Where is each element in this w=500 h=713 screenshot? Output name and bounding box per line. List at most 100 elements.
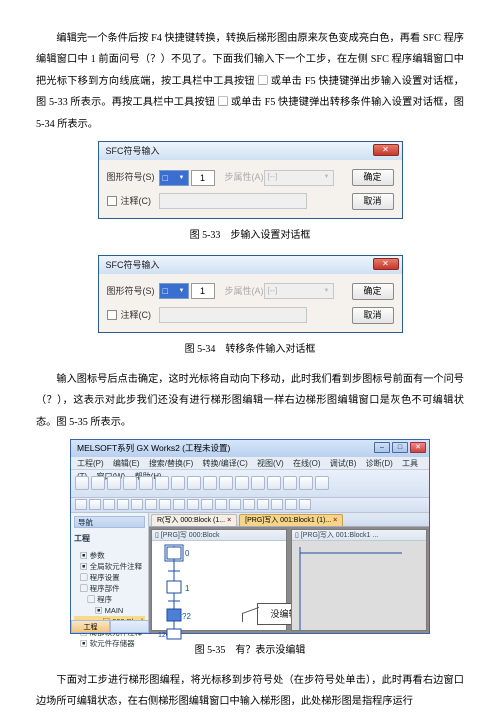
toolbar-button[interactable] <box>285 499 297 510</box>
dialog-transfer-input: SFC符号输入 ✕ 图形符号(S) □ 1 步属性(A) [--] 确定 注释(… <box>98 255 403 333</box>
menubar[interactable]: 工程(P) 编辑(E) 搜索/替换(F) 转换/编译(C) 视图(V) 在线(O… <box>71 457 429 470</box>
toolbar-button[interactable] <box>271 499 283 510</box>
figure-5-33: SFC符号输入 ✕ 图形符号(S) □ 1 步属性(A) [--] 确定 注释(… <box>36 141 464 219</box>
toolbar-button[interactable] <box>187 499 199 510</box>
cancel-button[interactable]: 取消 <box>352 193 394 210</box>
label-stepattr: 步属性(A) <box>225 282 264 301</box>
nav-panel: 导航 工程 ▣ 参数 ▣ 全局软元件注释 ▢ 程序设置 ▢ 程序部件 ▢ 程序 … <box>71 513 149 633</box>
close-icon[interactable]: ✕ <box>373 144 399 156</box>
toolbar-button[interactable] <box>299 476 313 490</box>
transfer-number-input[interactable]: 1 <box>191 283 215 299</box>
close-icon[interactable]: × <box>333 517 337 524</box>
step-number-input[interactable]: 1 <box>191 170 215 186</box>
tree-item[interactable]: ▣ MAIN <box>74 605 145 616</box>
caption-5-34: 图 5-34 转移条件输入对话框 <box>36 339 464 360</box>
dialog-title: SFC符号输入 <box>99 142 402 160</box>
toolbar-button[interactable] <box>215 499 227 510</box>
svg-text:1: 1 <box>185 584 190 593</box>
symbol-select[interactable]: □ <box>159 170 189 186</box>
toolbar-button[interactable] <box>315 476 329 490</box>
close-icon[interactable]: ✕ <box>373 258 399 270</box>
comment-checkbox[interactable] <box>107 196 117 206</box>
toolbar-button[interactable] <box>155 476 169 490</box>
pane-header: ▯ [PRG]写 000:Block <box>152 530 286 541</box>
tree-item[interactable]: ▢ 程序设置 <box>74 572 145 583</box>
menu-search[interactable]: 搜索/替换(F) <box>149 459 193 468</box>
toolbar-button[interactable] <box>145 499 157 510</box>
toolbar-button[interactable] <box>267 476 281 490</box>
toolbar-button[interactable] <box>139 476 153 490</box>
editor-area: R(写入 000:Block (1...× [PRG]写入 001:Block1… <box>149 513 429 633</box>
menu-debug[interactable]: 调试(B) <box>330 459 357 468</box>
minimize-icon[interactable]: – <box>374 442 390 453</box>
menu-view[interactable]: 视图(V) <box>257 459 284 468</box>
toolbar-button[interactable] <box>187 476 201 490</box>
toolbar-button[interactable] <box>75 476 89 490</box>
caption-5-33: 图 5-33 步输入设置对话框 <box>36 225 464 246</box>
editor-tab[interactable]: R(写入 000:Block (1...× <box>151 514 237 526</box>
toolbar-button[interactable] <box>107 476 121 490</box>
tree-item[interactable]: ▢ 程序部件 <box>74 583 145 594</box>
toolbar-button[interactable] <box>123 476 137 490</box>
stepattr-select: [--] <box>264 283 334 299</box>
ide-titlebar: MELSOFT系列 GX Works2 (工程未设置) – □ ✕ <box>71 440 429 457</box>
menu-project[interactable]: 工程(P) <box>77 459 104 468</box>
toolbar-button[interactable] <box>173 499 185 510</box>
maximize-icon[interactable]: □ <box>392 442 408 453</box>
cancel-button[interactable]: 取消 <box>352 307 394 324</box>
tree-item[interactable]: ▣ 软元件存储器 <box>74 638 145 649</box>
toolbar-button[interactable] <box>299 499 311 510</box>
toolbar-button[interactable] <box>131 499 143 510</box>
toolbar-button[interactable] <box>89 499 101 510</box>
sfc-diagram: 0 1 ?2 120 <box>152 541 287 651</box>
toolbar-button[interactable] <box>251 476 265 490</box>
toolbar-button[interactable] <box>103 499 115 510</box>
toolbar-button[interactable] <box>283 476 297 490</box>
paragraph-1: 编辑完一个条件后按 F4 快捷键转换，转换后梯形图由原来灰色变成亮白色，再看 S… <box>36 28 464 135</box>
label-symbol: 图形符号(S) <box>107 168 155 187</box>
toolbar-button[interactable] <box>257 499 269 510</box>
paragraph-3: 下面对工步进行梯形图编程，将光标移到步符号处（在步符号处单击），此时再看右边窗口… <box>36 670 464 713</box>
menu-compile[interactable]: 转换/编译(C) <box>202 459 247 468</box>
ladder-canvas-disabled <box>292 541 426 630</box>
toolbar-button[interactable] <box>203 476 217 490</box>
figure-5-35: MELSOFT系列 GX Works2 (工程未设置) – □ ✕ 工程(P) … <box>36 439 464 634</box>
ok-button[interactable]: 确定 <box>352 169 394 186</box>
tree-item[interactable]: ▣ 参数 <box>74 550 145 561</box>
ladder-pane: ▯ [PRG]写入 001:Block1 ... <box>291 529 427 631</box>
nav-tab-other[interactable] <box>110 620 149 633</box>
nav-header: 导航 <box>74 516 145 528</box>
toolbar-button[interactable] <box>159 499 171 510</box>
toolbar-sfc <box>71 498 429 513</box>
paragraph-2: 输入图标号后点击确定，这时光标将自动向下移动，此时我们看到步图标号前面有一个问号… <box>36 369 464 433</box>
label-comment: 注释(C) <box>121 306 152 325</box>
toolbar-button[interactable] <box>171 476 185 490</box>
label-comment: 注释(C) <box>121 192 152 211</box>
ok-button[interactable]: 确定 <box>352 283 394 300</box>
symbol-select[interactable]: □ <box>159 283 189 299</box>
toolbar-button[interactable] <box>243 499 255 510</box>
sfc-pane[interactable]: ▯ [PRG]写 000:Block 0 1 <box>151 529 287 631</box>
nav-tab-project[interactable]: 工程 <box>71 620 110 633</box>
toolbar-button[interactable] <box>219 476 233 490</box>
toolbar-button[interactable] <box>75 499 87 510</box>
tree-item[interactable]: ▣ 全局软元件注释 <box>74 561 145 572</box>
menu-diag[interactable]: 诊断(D) <box>366 459 393 468</box>
toolbar-button[interactable] <box>91 476 105 490</box>
label-symbol: 图形符号(S) <box>107 282 155 301</box>
toolbar-button[interactable] <box>229 499 241 510</box>
toolbar-button[interactable] <box>201 499 213 510</box>
comment-checkbox[interactable] <box>107 310 117 320</box>
menu-edit[interactable]: 编辑(E) <box>113 459 140 468</box>
toolbar-button[interactable] <box>117 499 129 510</box>
figure-5-34: SFC符号输入 ✕ 图形符号(S) □ 1 步属性(A) [--] 确定 注释(… <box>36 255 464 333</box>
toolbar-button[interactable] <box>235 476 249 490</box>
ide-window: MELSOFT系列 GX Works2 (工程未设置) – □ ✕ 工程(P) … <box>70 439 430 634</box>
label-stepattr: 步属性(A) <box>225 168 264 187</box>
close-icon[interactable]: × <box>227 517 231 524</box>
menu-online[interactable]: 在线(O) <box>293 459 321 468</box>
close-icon[interactable]: ✕ <box>410 442 426 453</box>
comment-input <box>159 193 307 209</box>
tree-item[interactable]: ▢ 程序 <box>74 594 145 605</box>
editor-tab-active[interactable]: [PRG]写入 001:Block1 (1)...× <box>239 514 343 526</box>
